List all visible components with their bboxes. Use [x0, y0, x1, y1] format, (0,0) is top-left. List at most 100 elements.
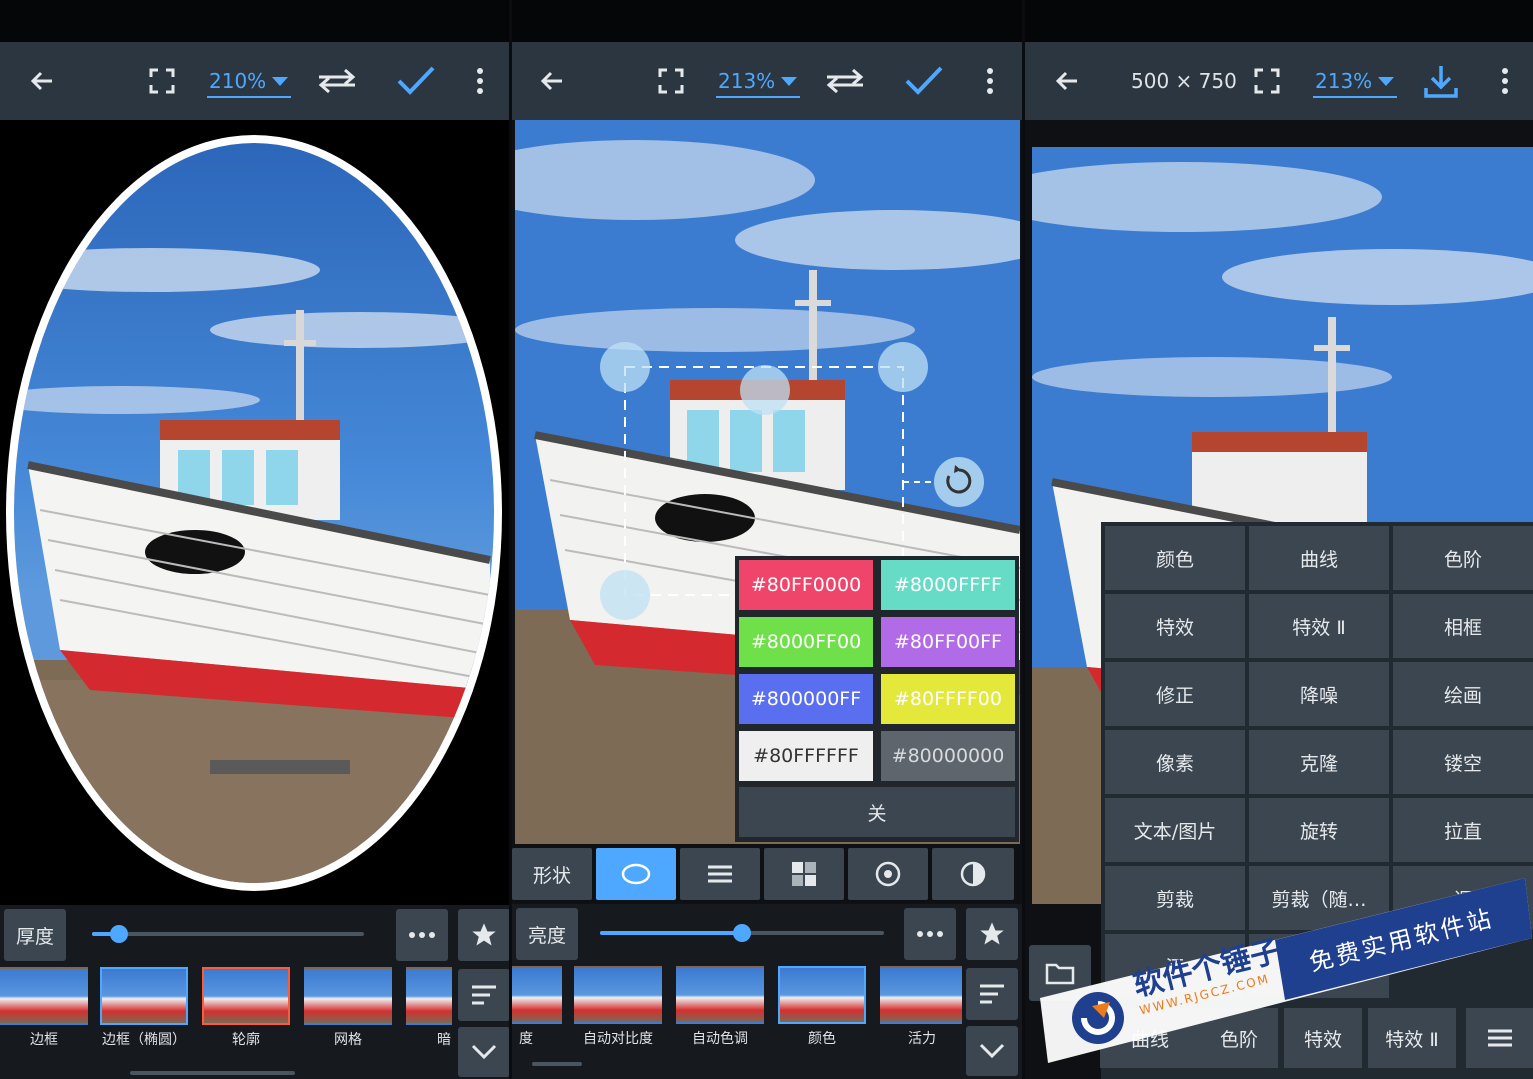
menu-item[interactable]: 相框 [1393, 594, 1533, 658]
effect-thumb-2[interactable] [676, 966, 764, 1024]
thickness-slider[interactable] [92, 925, 364, 943]
compare-button[interactable] [314, 42, 360, 120]
menu-item[interactable]: 特效 [1105, 594, 1245, 658]
color-swatch[interactable]: #8000FF00 [739, 617, 873, 667]
menu-item[interactable]: 色阶 [1393, 526, 1533, 590]
color-swatch[interactable]: #80FF00FF [881, 617, 1015, 667]
top-toolbar: 500 × 750 213% [1025, 42, 1533, 120]
star-icon [980, 922, 1004, 945]
slider-knob[interactable] [110, 925, 128, 943]
menu-item[interactable]: 曲线 [1249, 526, 1389, 590]
sort-button[interactable] [966, 968, 1018, 1020]
sort-lines-icon [980, 984, 1004, 1004]
shape-target-button[interactable] [848, 848, 928, 900]
param-chip[interactable]: 亮度 [516, 908, 578, 960]
bottom-tab[interactable]: 色阶 [1200, 1008, 1278, 1068]
frame-thumb-3[interactable] [304, 967, 392, 1025]
status-bar [512, 0, 1022, 42]
panel-shape-editor: 213% #80FF0000 #8000FFFF #8000FF00 #80FF… [512, 0, 1022, 1079]
zoom-dropdown[interactable]: 213% [716, 66, 800, 98]
favorite-button[interactable] [966, 908, 1018, 960]
zoom-value: 213% [1315, 69, 1373, 93]
menu-item[interactable]: 绘画 [1393, 662, 1533, 726]
menu-item[interactable]: 旋转 [1249, 798, 1389, 862]
shape-lines-button[interactable] [680, 848, 760, 900]
color-swatch[interactable]: #8000FFFF [881, 560, 1015, 610]
close-palette-button[interactable]: 关 [739, 787, 1015, 837]
apply-button[interactable] [902, 42, 946, 120]
slider-knob[interactable] [733, 924, 751, 942]
color-swatch[interactable]: #80FFFFFF [739, 731, 873, 781]
more-menu-button[interactable] [978, 42, 1002, 120]
thumb-label: 自动对比度 [583, 1031, 653, 1047]
bottom-tab[interactable]: 曲线 [1100, 1008, 1200, 1068]
collapse-button[interactable] [966, 1026, 1018, 1076]
brightness-slider[interactable] [600, 924, 884, 942]
fullscreen-button[interactable] [142, 42, 182, 120]
menu-item[interactable]: 特效 Ⅱ [1249, 594, 1389, 658]
menu-item[interactable]: 文本/图片 [1105, 798, 1245, 862]
swap-arrows-icon [318, 68, 356, 94]
save-button[interactable] [1419, 42, 1463, 120]
all-tools-button[interactable] [1466, 1008, 1533, 1068]
menu-item[interactable]: 镂空 [1393, 730, 1533, 794]
scroll-indicator [130, 1071, 295, 1075]
menu-item[interactable]: 克隆 [1249, 730, 1389, 794]
bottom-panel: 厚度 边框 边框（椭圆） 轮廓 网格 暗 [0, 905, 509, 1079]
menu-item[interactable]: 添 [1105, 934, 1245, 998]
menu-lines-icon [708, 865, 732, 883]
effect-thumb-4[interactable] [880, 966, 962, 1024]
back-button[interactable] [532, 42, 572, 120]
bottom-tab[interactable]: 特效 [1284, 1008, 1362, 1068]
color-swatch[interactable]: #800000FF [739, 674, 873, 724]
top-toolbar: 210% [0, 42, 509, 120]
sort-lines-icon [472, 985, 496, 1005]
frame-thumb-2[interactable] [202, 967, 290, 1025]
more-horizontal-icon [917, 931, 943, 937]
favorite-button[interactable] [458, 909, 509, 961]
menu-item[interactable]: 像素 [1105, 730, 1245, 794]
color-swatch[interactable]: #80000000 [881, 731, 1015, 781]
more-vertical-icon [477, 68, 483, 94]
more-menu-button[interactable] [1493, 42, 1517, 120]
checkmark-icon [397, 66, 435, 95]
frame-thumb-4[interactable] [406, 967, 452, 1025]
menu-item[interactable]: 剪裁（随… [1249, 866, 1389, 930]
frame-thumb-0[interactable] [0, 967, 88, 1025]
open-folder-button[interactable] [1029, 945, 1091, 1001]
bottom-panel: 亮度 度 自动对比度 自动色调 颜色 活力 [512, 904, 1022, 1079]
shape-toolbar: 形状 [512, 848, 1022, 900]
more-options-button[interactable] [904, 908, 956, 960]
color-swatch[interactable]: #80FFFF00 [881, 674, 1015, 724]
effect-thumb-3[interactable] [778, 966, 866, 1024]
more-menu-button[interactable] [468, 42, 492, 120]
zoom-dropdown[interactable]: 210% [207, 66, 291, 98]
fullscreen-button[interactable] [651, 42, 691, 120]
download-icon [1424, 66, 1458, 98]
frame-thumb-1[interactable] [100, 967, 188, 1025]
menu-item[interactable]: 调 [1393, 866, 1533, 930]
image-canvas[interactable] [0, 120, 509, 905]
shape-contrast-button[interactable] [932, 848, 1014, 900]
menu-item[interactable]: 剪裁 [1105, 866, 1245, 930]
menu-item[interactable]: 降噪 [1249, 662, 1389, 726]
more-options-button[interactable] [396, 909, 448, 961]
color-swatch[interactable]: #80FF0000 [739, 560, 873, 610]
menu-item[interactable]: 拉直 [1393, 798, 1533, 862]
menu-item[interactable]: 颜色 [1105, 526, 1245, 590]
sort-button[interactable] [458, 969, 509, 1021]
back-button[interactable] [1047, 42, 1087, 120]
shape-grid-button[interactable] [764, 848, 844, 900]
apply-button[interactable] [394, 42, 438, 120]
param-chip[interactable]: 厚度 [4, 909, 66, 961]
zoom-dropdown[interactable]: 213% [1313, 66, 1397, 98]
back-button[interactable] [22, 42, 62, 120]
compare-button[interactable] [822, 42, 868, 120]
effect-thumb-0[interactable] [512, 966, 562, 1024]
menu-item-blank[interactable] [1249, 934, 1389, 998]
menu-item[interactable]: 修正 [1105, 662, 1245, 726]
fullscreen-button[interactable] [1247, 42, 1287, 120]
shape-ellipse-button[interactable] [596, 848, 676, 900]
bottom-tab[interactable]: 特效 Ⅱ [1368, 1008, 1456, 1068]
effect-thumb-1[interactable] [574, 966, 662, 1024]
